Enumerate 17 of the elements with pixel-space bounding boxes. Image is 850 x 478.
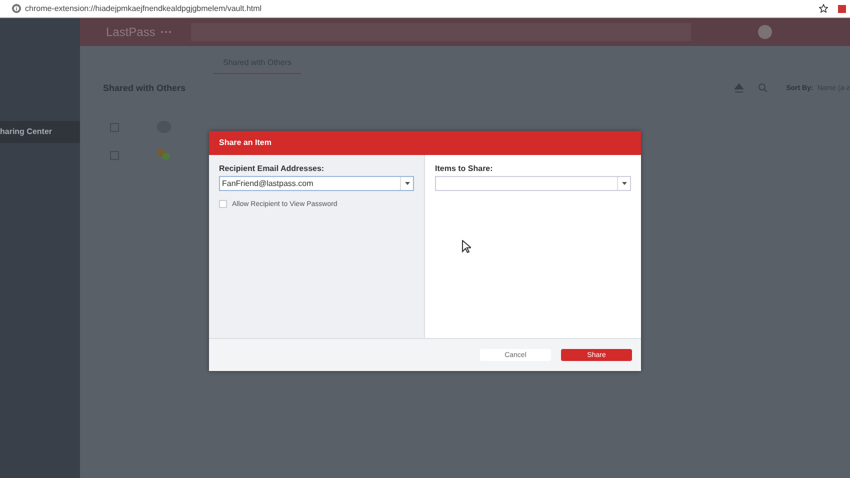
field-label: Items to Share: [435, 164, 494, 173]
caret-icon[interactable] [617, 177, 630, 190]
app-logo: LastPass [106, 25, 156, 39]
checkbox[interactable] [219, 200, 227, 208]
items-field[interactable] [435, 176, 631, 191]
field-label: Recipient Email Addresses: [219, 164, 326, 173]
dialog-title: Share an Item [209, 131, 641, 155]
avatar-icon[interactable] [758, 25, 772, 39]
sidebar-item[interactable]: haring Center [0, 121, 80, 143]
email-field[interactable]: FanFriend@lastpass.com [219, 176, 414, 191]
caret-icon[interactable] [400, 177, 413, 190]
chat-bubbles-icon [157, 149, 171, 161]
star-icon[interactable] [819, 4, 828, 13]
info-icon[interactable] [12, 4, 21, 13]
mouse-cursor-icon [462, 240, 471, 253]
search-icon[interactable] [758, 83, 768, 93]
extension-icon[interactable] [838, 4, 846, 12]
